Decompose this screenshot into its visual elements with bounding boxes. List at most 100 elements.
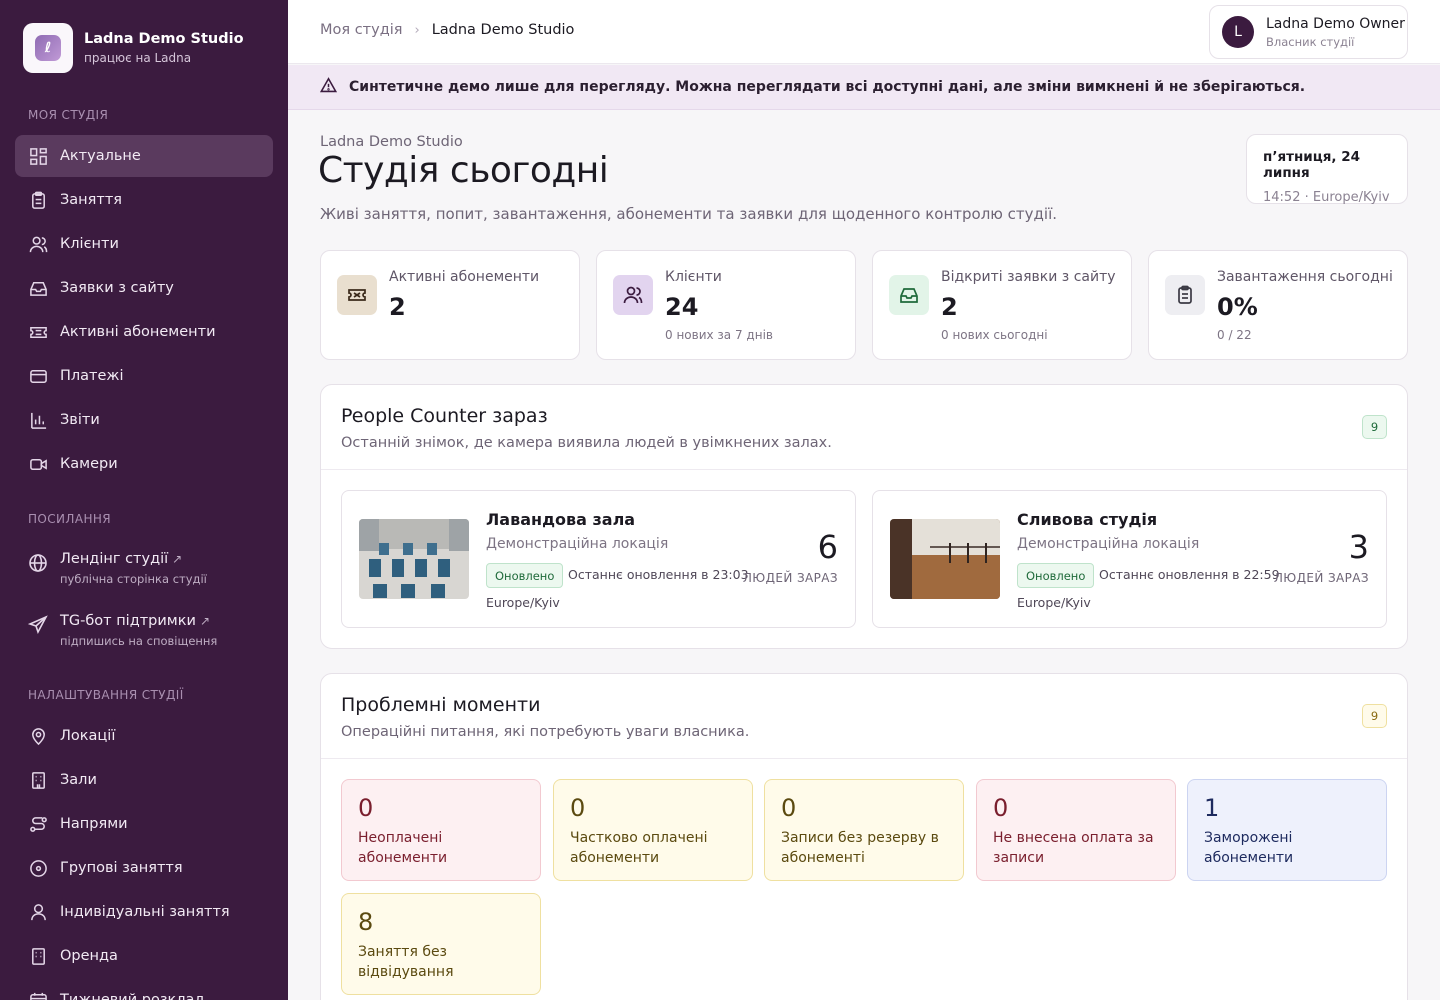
sidebar-item-rent[interactable]: Оренда xyxy=(15,935,273,977)
issue-label: Записи без резерву в абонементі xyxy=(781,830,939,866)
stat-label: Завантаження сьогодні xyxy=(1217,269,1393,285)
breadcrumb: Моя студія › Ladna Demo Studio xyxy=(320,22,574,38)
calendar-icon xyxy=(28,990,48,1000)
issue-value: 0 xyxy=(358,794,374,822)
room-name: Лавандова зала xyxy=(486,510,636,529)
sidebar-item-label: Актуальне xyxy=(60,148,141,164)
sidebar-item-individual-classes[interactable]: Індивідуальні заняття xyxy=(15,891,273,933)
card-icon xyxy=(28,366,48,386)
sidebar-item-locations[interactable]: Локації xyxy=(15,715,273,757)
room-card[interactable]: Сливова студія Демонстраційна локація Он… xyxy=(872,490,1387,628)
people-count: 3 xyxy=(1348,528,1369,566)
brand-sub: працює на Ladna xyxy=(84,51,192,65)
last-updated: Останнє оновлення в 23:03 xyxy=(568,567,749,582)
banner-text: Синтетичне демо лише для перегляду. Можн… xyxy=(349,79,1306,95)
issue-label: Неоплачені абонементи xyxy=(358,830,448,866)
sidebar-link-landing[interactable]: Лендінг студії ↗ публічна сторінка студії xyxy=(15,551,273,586)
stat-card-clients[interactable]: Клієнти 24 0 нових за 7 днів xyxy=(596,250,856,360)
issue-card-unpaid[interactable]: 0 Неоплачені абонементи xyxy=(341,779,541,881)
stat-card-load-today[interactable]: Завантаження сьогодні 0% 0 / 22 xyxy=(1148,250,1408,360)
sidebar-item-label: Заняття xyxy=(60,192,123,208)
clipboard-icon xyxy=(28,190,48,210)
breadcrumb-my-studio[interactable]: Моя студія xyxy=(320,22,403,38)
stat-card-active-memberships[interactable]: Активні абонементи 2 xyxy=(320,250,580,360)
brand-name: Ladna Demo Studio xyxy=(84,31,244,47)
issue-label: Заняття без відвідування xyxy=(358,944,454,980)
brand[interactable]: ℓ Ladna Demo Studio працює на Ladna xyxy=(23,23,244,73)
top-bar: Моя студія › Ladna Demo Studio L Ladna D… xyxy=(288,0,1440,64)
sidebar-link-tg-bot[interactable]: TG-бот підтримки ↗ підпишись на сповіщенн… xyxy=(15,613,273,648)
stat-card-site-requests[interactable]: Відкриті заявки з сайту 2 0 нових сьогод… xyxy=(872,250,1132,360)
sidebar-item-clients[interactable]: Клієнти xyxy=(15,223,273,265)
panel-subtitle: Операційні питання, які потребують уваги… xyxy=(341,724,750,740)
issue-value: 8 xyxy=(358,908,374,936)
room-camera-snapshot xyxy=(359,519,469,599)
external-link-icon: ↗ xyxy=(172,552,183,566)
building-icon xyxy=(28,946,48,966)
sidebar-item-payments[interactable]: Платежі xyxy=(15,355,273,397)
current-time: 14:52 · Europe/Kyiv xyxy=(1263,190,1390,205)
users-icon xyxy=(28,234,48,254)
people-count-label: людей зараз xyxy=(742,571,838,585)
clipboard-icon xyxy=(1165,275,1205,315)
current-date: п’ятниця, 24 липня xyxy=(1263,149,1361,181)
panel-subtitle: Останній знімок, де камера виявила людей… xyxy=(341,435,832,451)
issue-card-frozen[interactable]: 1 Заморожені абонементи xyxy=(1187,779,1387,881)
warning-icon xyxy=(319,76,349,98)
stat-value: 2 xyxy=(941,293,958,321)
stat-value: 2 xyxy=(389,293,406,321)
room-location: Демонстраційна локація xyxy=(1017,536,1200,552)
logo-mark-icon: ℓ xyxy=(35,35,61,61)
count-badge: 9 xyxy=(1362,704,1387,728)
user-icon xyxy=(28,902,48,922)
issue-value: 0 xyxy=(570,794,586,822)
link-label: TG-бот підтримки xyxy=(60,613,196,629)
studio-name: Ladna Demo Studio xyxy=(320,134,463,150)
issue-card-missing-payment[interactable]: 0 Не внесена оплата за записи xyxy=(976,779,1176,881)
sidebar-item-halls[interactable]: Зали xyxy=(15,759,273,801)
people-counter-panel: People Counter зараз Останній знімок, де… xyxy=(320,384,1408,649)
building-icon xyxy=(28,770,48,790)
send-icon xyxy=(27,615,48,635)
room-camera-snapshot xyxy=(890,519,1000,599)
sidebar-item-label: Локації xyxy=(60,728,116,744)
issue-card-no-attendance[interactable]: 8 Заняття без відвідування xyxy=(341,893,541,995)
sidebar-item-current[interactable]: Актуальне xyxy=(15,135,273,177)
stat-note: 0 / 22 xyxy=(1217,328,1252,342)
sidebar-item-classes[interactable]: Заняття xyxy=(15,179,273,221)
page-title: Студія сьогодні xyxy=(318,150,609,191)
issue-card-no-reserve[interactable]: 0 Записи без резерву в абонементі xyxy=(764,779,964,881)
sidebar-item-label: Камери xyxy=(60,456,118,472)
circle-icon xyxy=(28,858,48,878)
sidebar-item-memberships[interactable]: Активні абонементи xyxy=(15,311,273,353)
issue-label: Не внесена оплата за записи xyxy=(993,830,1154,866)
sidebar: ℓ Ladna Demo Studio працює на Ladna Моя … xyxy=(0,0,288,1000)
camera-icon xyxy=(28,454,48,474)
sidebar-item-label: Платежі xyxy=(60,368,124,384)
section-label-studio: Моя студія xyxy=(28,108,109,122)
sidebar-item-weekly-schedule[interactable]: Тижневий розклад xyxy=(15,979,273,1000)
sidebar-item-reports[interactable]: Звіти xyxy=(15,399,273,441)
people-count: 6 xyxy=(817,528,838,566)
sidebar-item-label: Зали xyxy=(60,772,97,788)
ticket-icon xyxy=(337,275,377,315)
issue-value: 0 xyxy=(993,794,1009,822)
user-role: Власник студії xyxy=(1266,34,1355,49)
room-card[interactable]: Лавандова зала Демонстраційна локація Он… xyxy=(341,490,856,628)
sidebar-item-label: Звіти xyxy=(60,412,100,428)
users-icon xyxy=(613,275,653,315)
issues-panel: Проблемні моменти Операційні питання, як… xyxy=(320,673,1408,1000)
room-timezone: Europe/Kyiv xyxy=(1017,595,1091,610)
issue-label: Заморожені абонементи xyxy=(1204,830,1294,866)
count-badge: 9 xyxy=(1362,415,1387,439)
sidebar-item-directions[interactable]: Напрями xyxy=(15,803,273,845)
globe-icon xyxy=(28,553,48,573)
sidebar-item-requests[interactable]: Заявки з сайту xyxy=(15,267,273,309)
sidebar-item-group-classes[interactable]: Групові заняття xyxy=(15,847,273,889)
room-name: Сливова студія xyxy=(1017,510,1158,529)
issue-card-partially-paid[interactable]: 0 Частково оплачені абонементи xyxy=(553,779,753,881)
sidebar-item-label: Активні абонементи xyxy=(60,324,216,340)
room-location: Демонстраційна локація xyxy=(486,536,669,552)
sidebar-item-cameras[interactable]: Камери xyxy=(15,443,273,485)
user-menu[interactable]: L Ladna Demo Owner Власник студії xyxy=(1209,5,1408,59)
